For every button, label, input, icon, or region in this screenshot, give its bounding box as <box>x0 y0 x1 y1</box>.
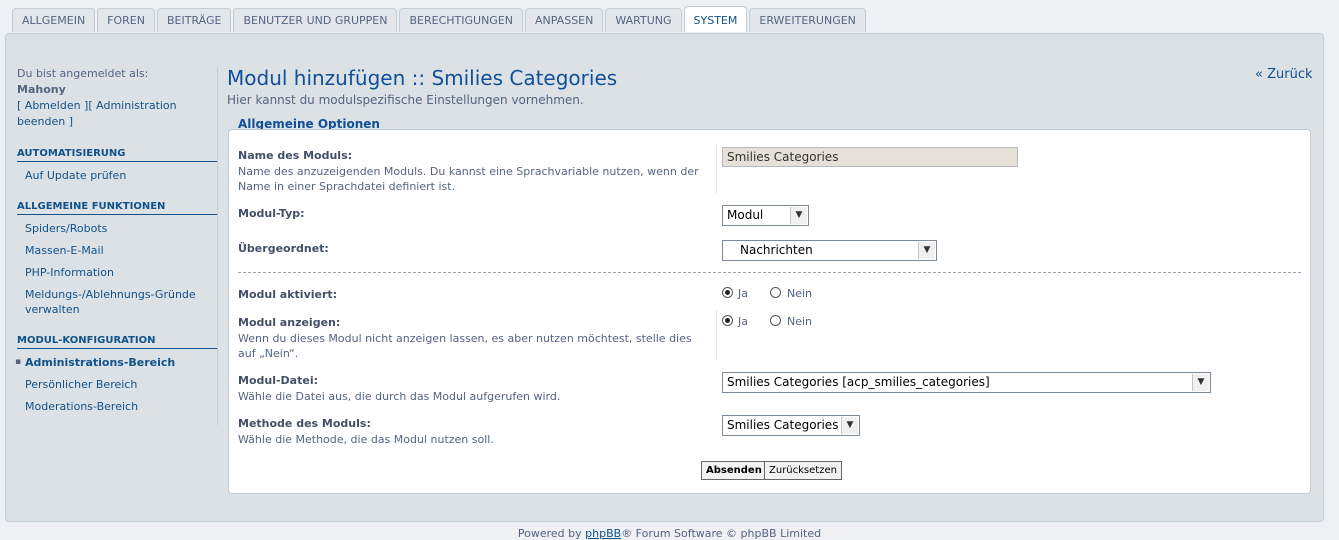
parent-value: Nachrichten <box>740 243 813 257</box>
tab-beitraege[interactable]: BEITRÄGE <box>156 8 232 32</box>
menu-item-spiders-robots[interactable]: Spiders/Robots <box>17 221 217 236</box>
menu-item-persoenlicher-bereich[interactable]: Persönlicher Bereich <box>17 377 217 392</box>
parent-select[interactable]: Nachrichten ▼ <box>722 240 937 261</box>
module-name-label: Name des Moduls: <box>238 149 353 162</box>
menu-item-administrations-bereich[interactable]: Administrations-Bereich <box>15 355 217 370</box>
module-display-desc: Wenn du dieses Modul nicht anzeigen lass… <box>238 332 692 360</box>
menu-item-update-check[interactable]: Auf Update prüfen <box>17 168 217 183</box>
tab-bar: ALLGEMEIN FOREN BEITRÄGE BENUTZER UND GR… <box>12 6 868 33</box>
tab-erweiterungen[interactable]: ERWEITERUNGEN <box>749 8 866 32</box>
sidebar-divider <box>217 68 218 425</box>
logout-link[interactable]: [ Abmelden ] <box>17 99 88 112</box>
tab-benutzer-und-gruppen[interactable]: BENUTZER UND GRUPPEN <box>233 8 398 32</box>
menu-heading-automatisierung: AUTOMATISIERUNG <box>17 148 217 162</box>
menu-heading-modul-konfiguration: MODUL-KONFIGURATION <box>17 335 217 349</box>
module-type-label: Modul-Typ: <box>238 207 305 220</box>
enabled-yes-label: Ja <box>738 287 748 300</box>
module-name-desc: Name des anzuzeigenden Moduls. Du kannst… <box>238 165 699 193</box>
logged-in-label: Du bist angemeldet als: <box>17 67 149 80</box>
module-mode-value: Smilies Categories <box>727 418 839 432</box>
reset-button[interactable]: Zurücksetzen <box>764 461 842 480</box>
footer-prefix: Powered by <box>517 527 586 540</box>
section-divider <box>238 272 1301 273</box>
footer-suffix: ® Forum Software © phpBB Limited <box>621 527 822 540</box>
display-yes-radio[interactable] <box>722 315 733 326</box>
module-mode-desc: Wähle die Methode, die das Modul nutzen … <box>238 433 494 446</box>
chevron-down-icon: ▼ <box>790 207 807 224</box>
tab-anpassen[interactable]: ANPASSEN <box>525 8 604 32</box>
module-type-select[interactable]: Modul ▼ <box>722 205 809 226</box>
display-no-radio[interactable] <box>770 315 781 326</box>
enabled-no-label: Nein <box>787 287 813 300</box>
field-divider <box>716 145 717 193</box>
submit-button[interactable]: Absenden <box>701 461 767 480</box>
module-type-value: Modul <box>727 208 764 222</box>
module-file-value: Smilies Categories [acp_smilies_categori… <box>727 375 990 389</box>
module-display-label: Modul anzeigen: <box>238 316 341 329</box>
display-yes-label: Ja <box>738 315 748 328</box>
menu-item-moderations-bereich[interactable]: Moderations-Bereich <box>17 399 217 414</box>
sidebar: Du bist angemeldet als: Mahony [ Abmelde… <box>15 66 217 421</box>
display-no-label: Nein <box>787 315 813 328</box>
username: Mahony <box>17 83 66 96</box>
footer: Powered by phpBB® Forum Software © phpBB… <box>0 527 1339 540</box>
module-mode-select[interactable]: Smilies Categories ▼ <box>722 415 860 436</box>
module-name-input[interactable] <box>722 147 1018 167</box>
tab-berechtigungen[interactable]: BERECHTIGUNGEN <box>399 8 523 32</box>
menu-heading-allgemeine-funktionen: ALLGEMEINE FUNKTIONEN <box>17 201 217 215</box>
chevron-down-icon: ▼ <box>841 417 858 434</box>
menu-item-report-reasons[interactable]: Meldungs-/Ablehnungs-Gründe verwalten <box>17 287 217 317</box>
field-divider <box>716 310 717 360</box>
enabled-yes-radio[interactable] <box>722 287 733 298</box>
tab-wartung[interactable]: WARTUNG <box>605 8 682 32</box>
module-file-label: Modul-Datei: <box>238 374 318 387</box>
module-file-desc: Wähle die Datei aus, die durch das Modul… <box>238 390 561 403</box>
tab-allgemein[interactable]: ALLGEMEIN <box>12 8 96 32</box>
menu-item-massen-email[interactable]: Massen-E-Mail <box>17 243 217 258</box>
back-link[interactable]: « Zurück <box>1255 67 1313 82</box>
chevron-down-icon: ▼ <box>918 242 935 259</box>
page-subtitle: Hier kannst du modulspezifische Einstell… <box>227 93 584 107</box>
menu-item-php-information[interactable]: PHP-Information <box>17 265 217 280</box>
chevron-down-icon: ▼ <box>1192 374 1209 391</box>
enabled-no-radio[interactable] <box>770 287 781 298</box>
tab-system[interactable]: SYSTEM <box>683 6 748 32</box>
module-file-select[interactable]: Smilies Categories [acp_smilies_categori… <box>722 372 1211 393</box>
phpbb-link[interactable]: phpBB <box>585 527 621 540</box>
parent-label: Übergeordnet: <box>238 242 329 255</box>
module-enabled-label: Modul aktiviert: <box>238 288 338 301</box>
module-mode-label: Methode des Moduls: <box>238 417 371 430</box>
tab-foren[interactable]: FOREN <box>97 8 155 32</box>
page-title: Modul hinzufügen :: Smilies Categories <box>227 66 618 90</box>
login-info: Du bist angemeldet als: Mahony [ Abmelde… <box>17 66 217 130</box>
